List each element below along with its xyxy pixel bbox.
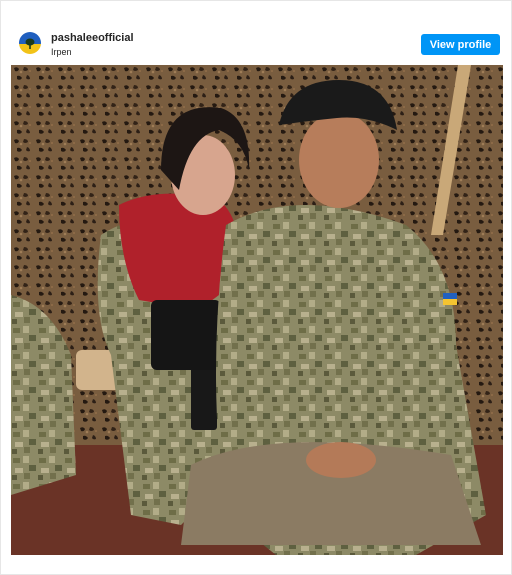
profile-username[interactable]: pashaleeofficial [51,32,134,44]
instagram-embed-card: pashaleeofficial Irpen View profile [0,0,512,575]
photo-image [11,65,503,555]
view-profile-button[interactable]: View profile [421,34,500,55]
post-location[interactable]: Irpen [51,47,72,57]
post-header: pashaleeofficial Irpen View profile [1,1,512,65]
profile-avatar[interactable] [19,32,41,54]
post-photo[interactable] [11,65,503,555]
tree-icon [25,38,35,49]
